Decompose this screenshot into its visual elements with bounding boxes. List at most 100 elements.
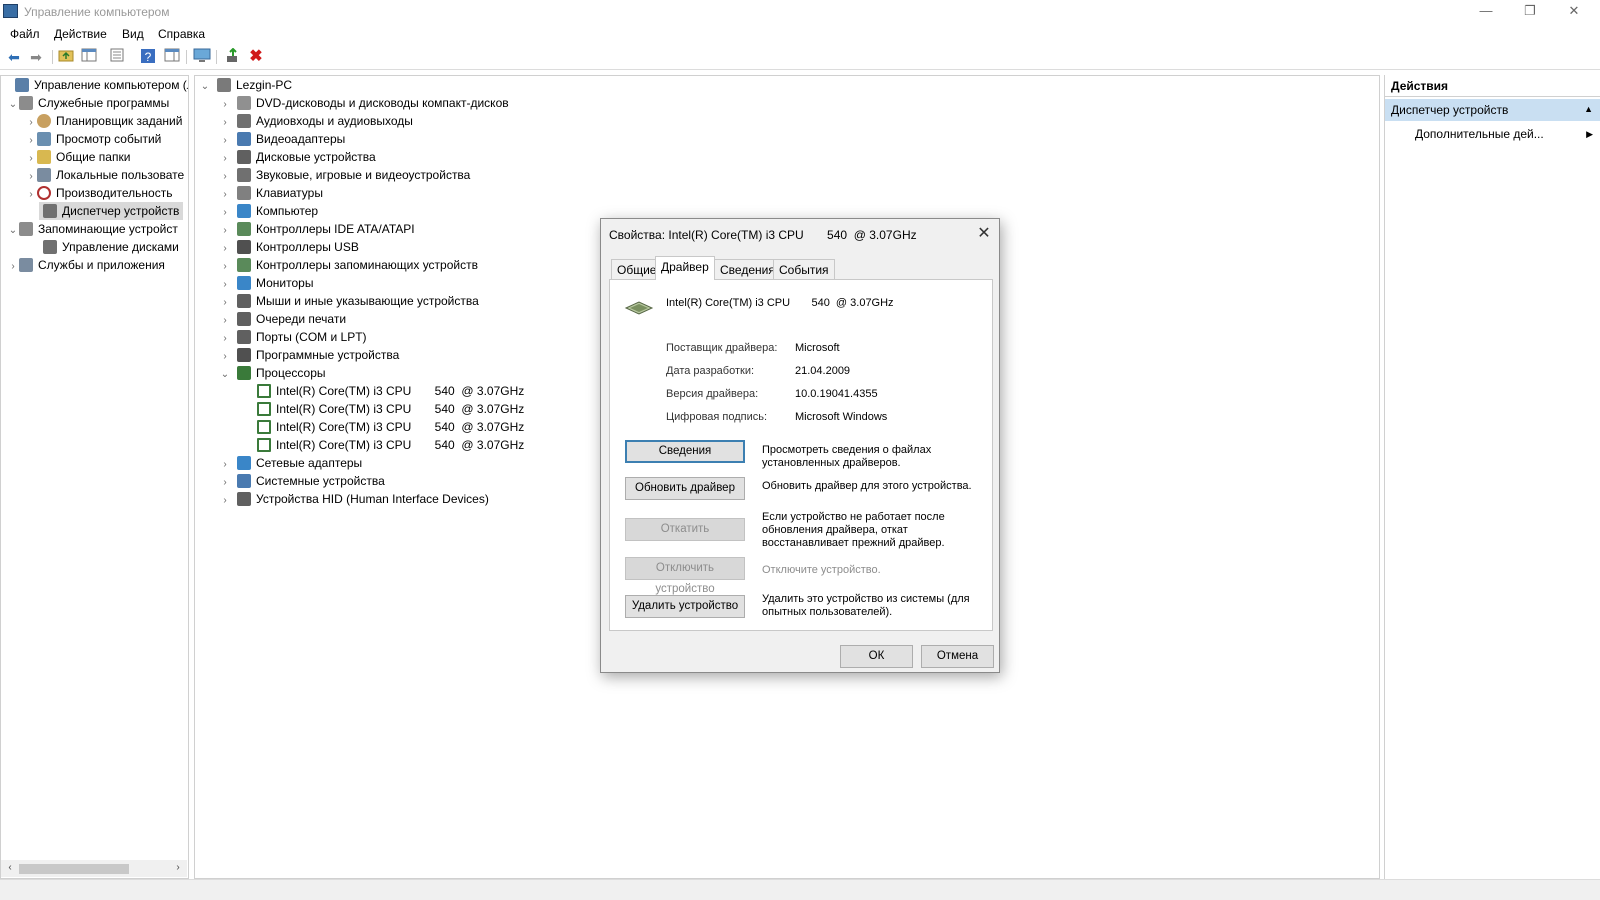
keyboard-icon (237, 186, 251, 200)
device-category-row[interactable]: › Мыши и иные указывающие устройства (219, 292, 479, 310)
device-category-row[interactable]: › Сетевые адаптеры (219, 454, 362, 472)
device-category-row[interactable]: › Компьютер (219, 202, 318, 220)
ok-button[interactable]: ОК (840, 645, 913, 668)
device-category-row[interactable]: › DVD-дисководы и дисководы компакт-диско… (219, 94, 509, 112)
action-pane-icon[interactable] (163, 48, 181, 66)
monitor-icon[interactable] (193, 48, 211, 66)
disable-device-button[interactable]: Отключить устройство (625, 557, 745, 595)
menu-view[interactable]: Вид (122, 27, 144, 41)
device-category-row[interactable]: ⌄ Процессоры (219, 364, 326, 382)
cancel-button[interactable]: Отмена (921, 645, 994, 668)
device-category-label: Очереди печати (256, 312, 347, 326)
actions-section-label: Диспетчер устройств (1391, 103, 1509, 117)
device-category-row[interactable]: › Порты (COM и LPT) (219, 328, 367, 346)
device-category-row[interactable]: › Программные устройства (219, 346, 399, 364)
tree-item-disk-management[interactable]: Управление дисками (43, 238, 179, 256)
processor-device-row[interactable]: Intel(R) Core(TM) i3 CPU 540 @ 3.07GHz (257, 436, 524, 454)
device-category-row[interactable]: › Звуковые, игровые и видеоустройства (219, 166, 470, 184)
device-category-row[interactable]: › Устройства HID (Human Interface Devices… (219, 490, 489, 508)
chevron-down-icon[interactable]: ⌄ (199, 78, 211, 96)
folder-up-icon[interactable] (57, 48, 75, 66)
forward-arrow-icon[interactable]: ➡ (27, 48, 45, 66)
tree-item-services-apps[interactable]: › Службы и приложения (7, 256, 165, 274)
scroll-right-icon[interactable]: › (171, 861, 185, 875)
device-category-row[interactable]: › Дисковые устройства (219, 148, 376, 166)
driver-tab-panel: Intel(R) Core(TM) i3 CPU 540 @ 3.07GHz П… (609, 279, 993, 631)
disk-drive-icon (237, 150, 251, 164)
device-category-row[interactable]: › Контроллеры USB (219, 238, 359, 256)
tree-item-event-viewer[interactable]: › Просмотр событий (25, 130, 161, 148)
tree-root-computer-management[interactable]: Управление компьютером (л (3, 76, 188, 94)
left-horizontal-scrollbar[interactable]: ‹ › (1, 860, 187, 877)
actions-section-device-manager[interactable]: Диспетчер устройств ▲ (1385, 99, 1600, 121)
services-icon (19, 258, 33, 272)
tree-item-label: Локальные пользовате (56, 168, 185, 182)
chevron-right-icon[interactable]: › (219, 492, 231, 510)
dialog-title: Свойства: Intel(R) Core(TM) i3 CPU 540 @… (609, 228, 917, 242)
menu-bar: Файл Действие Вид Справка (0, 24, 1600, 44)
device-tree-root[interactable]: ⌄ Lezgin-PC (199, 76, 292, 94)
menu-help[interactable]: Справка (158, 27, 205, 41)
device-category-row[interactable]: › Видеоадаптеры (219, 130, 345, 148)
device-category-label: Контроллеры IDE ATA/ATAPI (256, 222, 415, 236)
device-category-row[interactable]: › Аудиовходы и аудиовыходы (219, 112, 413, 130)
tree-item-system-tools[interactable]: ⌄ Служебные программы (7, 94, 169, 112)
update-driver-icon[interactable] (224, 47, 242, 66)
properties-icon[interactable] (108, 48, 126, 66)
display-adapter-icon (237, 132, 251, 146)
chevron-down-icon[interactable]: ⌄ (219, 366, 231, 384)
tree-item-shared-folders[interactable]: › Общие папки (25, 148, 130, 166)
device-category-row[interactable]: › Контроллеры запоминающих устройств (219, 256, 478, 274)
more-actions-item[interactable]: Дополнительные дей... ▶ (1385, 124, 1600, 144)
tab-details[interactable]: Сведения (714, 259, 781, 279)
processor-device-row[interactable]: Intel(R) Core(TM) i3 CPU 540 @ 3.07GHz (257, 382, 524, 400)
show-console-tree-icon[interactable] (80, 48, 98, 66)
collapse-up-icon[interactable]: ▲ (1584, 104, 1593, 114)
mouse-icon (237, 294, 251, 308)
chevron-right-icon[interactable]: › (25, 186, 37, 204)
device-category-label: Контроллеры запоминающих устройств (256, 258, 478, 272)
processor-device-row[interactable]: Intel(R) Core(TM) i3 CPU 540 @ 3.07GHz (257, 400, 524, 418)
device-category-row[interactable]: › Контроллеры IDE ATA/ATAPI (219, 220, 415, 238)
maximize-button[interactable]: ❐ (1508, 2, 1552, 22)
dialog-close-button[interactable]: ✕ (973, 224, 995, 244)
roll-back-driver-button[interactable]: Откатить (625, 518, 745, 541)
close-window-button[interactable]: ✕ (1552, 2, 1596, 22)
device-category-label: Видеоадаптеры (256, 132, 346, 146)
menu-action[interactable]: Действие (54, 27, 107, 41)
scrollbar-thumb[interactable] (19, 864, 129, 874)
tools-icon (19, 96, 33, 110)
event-viewer-icon (37, 132, 51, 146)
back-arrow-icon[interactable]: ⬅ (5, 48, 23, 66)
menu-file[interactable]: Файл (10, 27, 40, 41)
tree-item-device-manager[interactable]: Диспетчер устройств (39, 202, 184, 220)
toolbar-separator (52, 50, 53, 64)
chevron-down-icon[interactable]: ⌄ (7, 222, 19, 240)
device-category-row[interactable]: › Очереди печати (219, 310, 346, 328)
processor-device-label: Intel(R) Core(TM) i3 CPU 540 @ 3.07GHz (276, 384, 525, 398)
scroll-left-icon[interactable]: ‹ (3, 861, 17, 875)
users-icon (37, 168, 51, 182)
help-icon[interactable]: ? (139, 48, 157, 66)
processor-device-row[interactable]: Intel(R) Core(TM) i3 CPU 540 @ 3.07GHz (257, 418, 524, 436)
device-manager-icon (43, 204, 57, 218)
tree-item-performance[interactable]: › Производительность (25, 184, 172, 202)
tree-item-task-scheduler[interactable]: › Планировщик заданий (25, 112, 182, 130)
tree-item-storage[interactable]: ⌄ Запоминающие устройст (7, 220, 178, 238)
device-category-row[interactable]: › Мониторы (219, 274, 313, 292)
update-driver-button[interactable]: Обновить драйвер (625, 477, 745, 500)
tree-item-label: Служебные программы (38, 96, 170, 110)
tab-driver[interactable]: Драйвер (655, 256, 715, 280)
device-category-row[interactable]: › Клавиатуры (219, 184, 323, 202)
driver-details-button[interactable]: Сведения (625, 440, 745, 463)
uninstall-device-button[interactable]: Удалить устройство (625, 595, 745, 618)
device-category-row[interactable]: › Системные устройства (219, 472, 385, 490)
delete-icon[interactable]: ✖ (247, 48, 265, 66)
minimize-button[interactable]: — (1464, 2, 1508, 22)
actions-pane: Действия Диспетчер устройств ▲ Дополнител… (1384, 75, 1600, 879)
device-category-label: Процессоры (256, 366, 326, 380)
chevron-down-icon[interactable]: ⌄ (7, 96, 19, 114)
chevron-right-icon[interactable]: › (7, 258, 19, 276)
tab-events[interactable]: События (773, 259, 835, 279)
tree-item-local-users[interactable]: › Локальные пользовате (25, 166, 184, 184)
